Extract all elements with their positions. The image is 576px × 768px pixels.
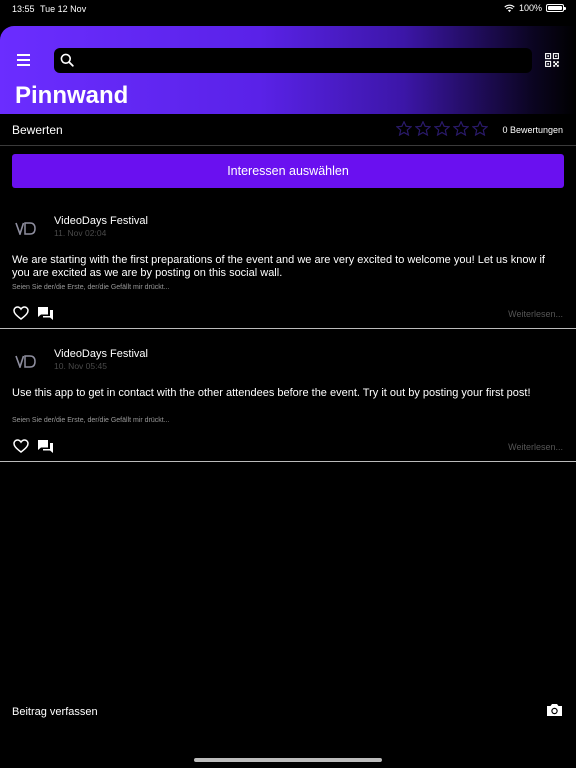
status-bar: 13:55 Tue 12 Nov 100% xyxy=(0,0,576,18)
qr-scan-button[interactable] xyxy=(545,53,559,72)
chat-bubbles-icon[interactable] xyxy=(37,306,54,321)
qr-code-icon xyxy=(545,53,559,67)
battery-icon xyxy=(546,4,566,12)
post-author: VideoDays Festival xyxy=(54,215,148,227)
chat-bubbles-icon[interactable] xyxy=(37,439,54,454)
camera-icon[interactable] xyxy=(546,703,563,717)
search-icon xyxy=(60,53,74,67)
post-text: We are starting with the first preparati… xyxy=(12,254,545,279)
star-icon[interactable] xyxy=(415,121,431,136)
status-time: 13:55 xyxy=(12,4,35,14)
header: Pinnwand xyxy=(0,26,576,114)
star-icon[interactable] xyxy=(453,121,469,136)
read-more-link[interactable]: Weiterlesen... xyxy=(508,442,563,452)
search-bar[interactable] xyxy=(54,48,532,73)
select-interests-button[interactable]: Interessen auswählen xyxy=(12,154,564,188)
post-text: Use this app to get in contact with the … xyxy=(12,387,531,399)
post-time: 11. Nov 02:04 xyxy=(54,228,107,238)
status-date: Tue 12 Nov xyxy=(40,4,87,14)
post-author: VideoDays Festival xyxy=(54,348,148,360)
page-title: Pinnwand xyxy=(15,82,129,109)
heart-icon[interactable] xyxy=(13,306,29,320)
menu-button[interactable] xyxy=(14,54,34,68)
heart-icon[interactable] xyxy=(13,439,29,453)
compose-post-button[interactable]: Beitrag verfassen xyxy=(12,706,98,718)
star-icon[interactable] xyxy=(472,121,488,136)
read-more-link[interactable]: Weiterlesen... xyxy=(508,309,563,319)
post-card: VideoDays Festival 10. Nov 05:45 Use thi… xyxy=(0,333,576,462)
post-time: 10. Nov 05:45 xyxy=(54,361,107,371)
star-icon[interactable] xyxy=(434,121,450,136)
videodays-logo-icon xyxy=(15,222,36,235)
hamburger-icon xyxy=(17,54,30,56)
rating-row: Bewerten 0 Bewertungen xyxy=(0,114,576,146)
star-icon[interactable] xyxy=(396,121,412,136)
likes-info: Seien Sie der/die Erste, der/die Gefällt… xyxy=(12,284,170,291)
rating-count: 0 Bewertungen xyxy=(502,125,563,135)
home-indicator[interactable] xyxy=(194,758,382,762)
status-right: 100% xyxy=(504,3,566,13)
search-input[interactable] xyxy=(80,48,520,73)
rating-label: Bewerten xyxy=(12,123,63,137)
battery-percent: 100% xyxy=(518,3,542,13)
videodays-logo-icon xyxy=(15,355,36,368)
wifi-icon xyxy=(504,4,515,12)
rating-stars[interactable] xyxy=(396,121,488,136)
post-card: VideoDays Festival 11. Nov 02:04 We are … xyxy=(0,200,576,329)
likes-info: Seien Sie der/die Erste, der/die Gefällt… xyxy=(12,417,170,424)
